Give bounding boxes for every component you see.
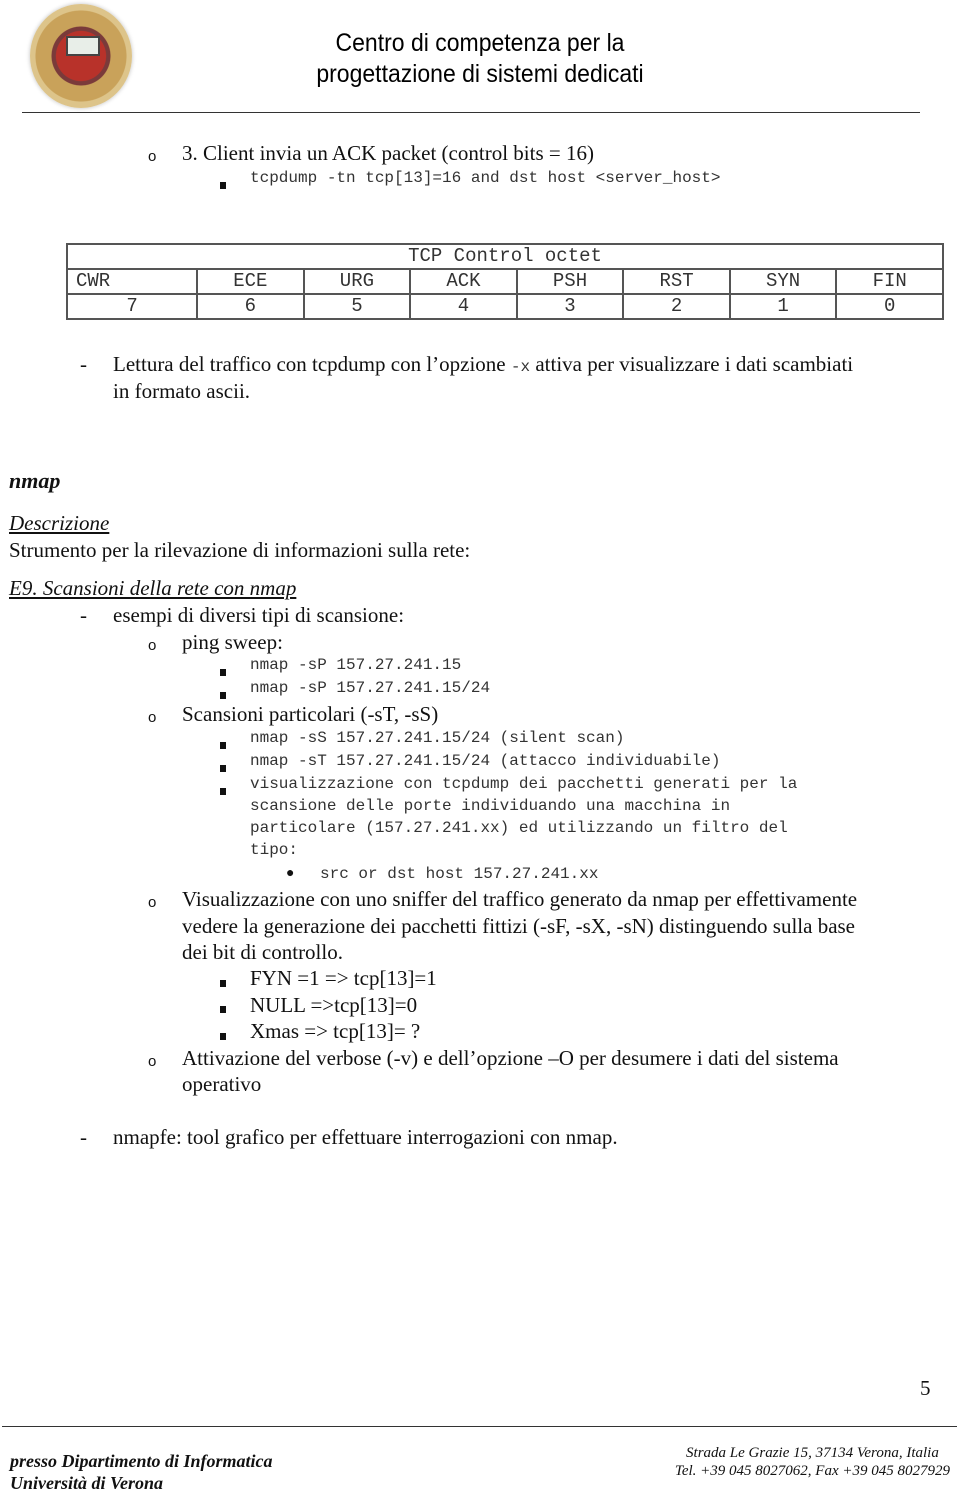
flag-cell: RST (622, 268, 731, 295)
filter-command: src or dst host 157.27.241.xx (320, 865, 599, 883)
visual-line: particolare (157.27.241.xx) ed utilizzan… (250, 819, 788, 837)
footer-address: Strada Le Grazie 15, 37134 Verona, Itali… (686, 1445, 939, 1461)
table-title: TCP Control octet (66, 243, 944, 270)
bit-cell: 1 (728, 293, 838, 320)
footer-university: Università di Verona (10, 1473, 164, 1493)
flag-cell: SYN (728, 268, 838, 295)
lettura-line2: in formato ascii. (113, 379, 251, 403)
bullet-circle: o (148, 709, 157, 726)
flag-cell: CWR (65, 268, 199, 295)
option-x: -x (510, 358, 531, 376)
table-row-bits: 7 6 5 4 3 2 1 0 (65, 293, 944, 320)
sniffer-line: vedere la generazione dei pacchetti fitt… (182, 914, 856, 938)
header-title: Centro di competenza per la progettazion… (287, 28, 673, 90)
verbose-line: Attivazione del verbose (-v) e dell’opzi… (182, 1046, 839, 1070)
step3-command: tcpdump -tn tcp[13]=16 and dst host <ser… (250, 169, 721, 187)
bullet-square-icon (220, 974, 226, 992)
bullet-dash: - (80, 352, 87, 376)
nmapfe-text: nmapfe: tool grafico per effettuare inte… (113, 1125, 618, 1149)
bullet-circle: o (148, 894, 157, 911)
bullet-square-icon (220, 176, 226, 194)
bullet-square-icon (220, 759, 226, 777)
footer-divider (2, 1426, 957, 1427)
university-seal-logo (30, 4, 132, 108)
bullet-square-icon (220, 1000, 226, 1018)
bullet-square-icon (220, 736, 226, 754)
bullet-square-icon (220, 663, 226, 681)
bit-cell: 3 (515, 293, 625, 320)
flag-cell: FIN (835, 268, 944, 295)
bullet-dot-icon: ● (286, 866, 295, 881)
particular-scans-label: Scansioni particolari (-sT, -sS) (182, 702, 439, 726)
flag-item: NULL =>tcp[13]=0 (250, 993, 418, 1017)
description-heading: Descrizione (9, 511, 110, 535)
flag-cell: ECE (196, 268, 305, 295)
lettura-text-before: Lettura del traffico con tcpdump con l’o… (113, 352, 511, 376)
visual-line: visualizzazione con tcpdump dei pacchett… (250, 775, 798, 793)
visual-line: scansione delle porte individuando una m… (250, 797, 731, 815)
footer-dept: presso Dipartimento di Informatica (10, 1451, 273, 1471)
bit-cell: 4 (409, 293, 518, 320)
footer-left: presso Dipartimento di Informatica Unive… (10, 1450, 273, 1494)
examples-intro: esempi di diversi tipi di scansione: (113, 603, 405, 627)
bit-cell: 7 (65, 293, 199, 320)
flag-item: Xmas => tcp[13]= ? (250, 1019, 421, 1043)
section-heading-nmap: nmap (9, 468, 61, 493)
step3-text: 3. Client invia un ACK packet (control b… (182, 141, 594, 165)
bit-cell: 6 (196, 293, 305, 320)
exercise-heading: E9. Scansioni della rete con nmap (9, 576, 297, 600)
table-row-flags: CWR ECE URG ACK PSH RST SYN FIN (65, 268, 944, 295)
sniffer-line: Visualizzazione con uno sniffer del traf… (182, 887, 858, 911)
bullet-circle: o (148, 1053, 157, 1070)
ping-sweep-label: ping sweep: (182, 630, 283, 654)
bullet-circle: o (148, 148, 157, 165)
verbose-line: operativo (182, 1072, 262, 1096)
flag-cell: URG (302, 268, 412, 295)
flag-item: FYN =1 => tcp[13]=1 (250, 966, 437, 990)
bit-cell: 0 (835, 293, 944, 320)
scan-command: nmap -sT 157.27.241.15/24 (attacco indiv… (250, 752, 721, 770)
footer-right: Strada Le Grazie 15, 37134 Verona, Itali… (675, 1444, 950, 1480)
page-number: 5 (920, 1376, 931, 1400)
bullet-dash: - (80, 1125, 87, 1149)
header-divider (22, 112, 920, 113)
scan-command: nmap -sS 157.27.241.15/24 (silent scan) (250, 729, 625, 747)
bullet-square-icon (220, 782, 226, 800)
bit-cell: 2 (622, 293, 731, 320)
ping-command: nmap -sP 157.27.241.15/24 (250, 679, 491, 697)
bit-cell: 5 (302, 293, 412, 320)
bullet-dash: - (80, 603, 87, 627)
header-title-line2: progettazione di sistemi dedicati (316, 60, 644, 88)
logo-building-icon (66, 36, 100, 56)
lettura-text-after: attiva per visualizzare i dati scambiati (530, 352, 854, 376)
visual-line: tipo: (250, 841, 299, 859)
flag-cell: ACK (409, 268, 518, 295)
description-text: Strumento per la rilevazione di informaz… (9, 538, 471, 562)
header-title-line1: Centro di competenza per la (335, 29, 625, 57)
bullet-circle: o (148, 637, 157, 654)
flag-cell: PSH (515, 268, 625, 295)
footer-contacts: Tel. +39 045 8027062, Fax +39 045 802792… (674, 1463, 950, 1479)
ping-command: nmap -sP 157.27.241.15 (250, 656, 462, 674)
lettura-line1: Lettura del traffico con tcpdump con l’o… (113, 352, 853, 377)
tcp-control-octet-table: TCP Control octet CWR ECE URG ACK PSH RS… (65, 243, 944, 320)
sniffer-line: dei bit di controllo. (182, 940, 343, 964)
bullet-square-icon (220, 1027, 226, 1045)
